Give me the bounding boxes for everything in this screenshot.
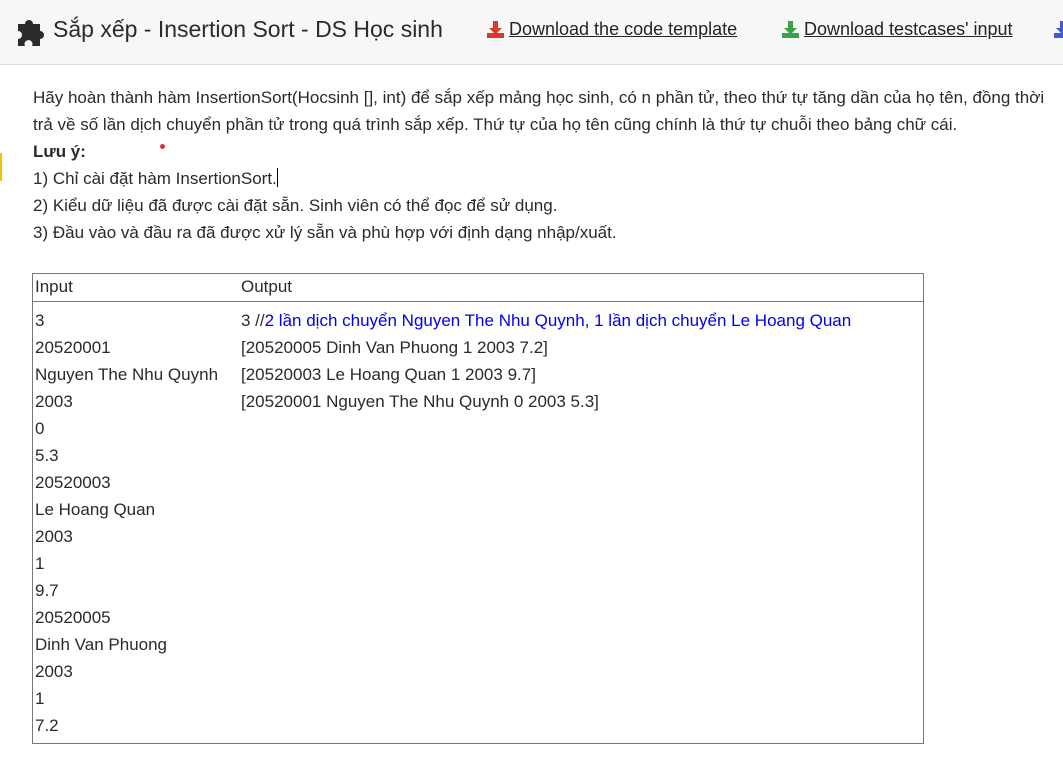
description-paragraph: Hãy hoàn thành hàm InsertionSort(Hocsinh… xyxy=(33,88,1045,134)
input-line: 1 xyxy=(35,689,45,708)
input-line: 2003 xyxy=(35,527,73,546)
input-line: Nguyen The Nhu Quynh xyxy=(35,365,219,384)
input-line: 1 xyxy=(35,554,45,573)
download-testcases-link[interactable]: Download testcases' input xyxy=(781,18,1013,40)
note-item: 2) Kiểu dữ liệu đã được cài đặt sẵn. Sin… xyxy=(33,196,558,215)
header-bar: Sắp xếp - Insertion Sort - DS Học sinh D… xyxy=(0,0,1063,65)
output-comment: 2 lần dịch chuyển Nguyen The Nhu Quynh, … xyxy=(264,311,852,330)
input-line: 9.7 xyxy=(35,581,59,600)
left-edge-marker xyxy=(0,153,2,181)
download-icon xyxy=(782,21,799,38)
io-example-table: Input Output 3 20520001 Nguyen The Nhu Q… xyxy=(32,273,924,744)
output-line: [20520001 Nguyen The Nhu Quynh 0 2003 5.… xyxy=(241,392,599,411)
output-line: [20520005 Dinh Van Phuong 1 2003 7.2] xyxy=(241,338,548,357)
download-icon xyxy=(1054,21,1063,38)
input-line: Dinh Van Phuong xyxy=(35,635,168,654)
input-line: 2003 xyxy=(35,662,73,681)
input-line: 0 xyxy=(35,419,45,438)
download-template-link[interactable]: Download the code template xyxy=(486,18,737,40)
note-label: Lưu ý: xyxy=(33,142,86,161)
download-icon xyxy=(487,21,504,38)
red-dot-marker xyxy=(160,144,165,149)
input-line: 20520003 xyxy=(35,473,111,492)
page-title: Sắp xếp - Insertion Sort - DS Học sinh xyxy=(53,16,443,42)
input-line: 3 xyxy=(35,311,45,330)
output-line: 3 //2 lần dịch chuyển Nguyen The Nhu Quy… xyxy=(241,311,852,330)
puzzle-icon xyxy=(18,20,44,46)
input-line: 20520005 xyxy=(35,608,111,627)
output-cell: 3 //2 lần dịch chuyển Nguyen The Nhu Quy… xyxy=(239,302,924,744)
input-line: Le Hoang Quan xyxy=(35,500,156,519)
note-item: 1) Chỉ cài đặt hàm InsertionSort. xyxy=(33,168,278,188)
input-header: Input xyxy=(32,273,239,302)
problem-description: Hãy hoàn thành hàm InsertionSort(Hocsinh… xyxy=(33,84,1048,246)
input-line: 2003 xyxy=(35,392,73,411)
note-item: 3) Đầu vào và đầu ra đã được xử lý sẵn v… xyxy=(33,223,617,242)
text-cursor xyxy=(276,168,278,187)
input-cell: 3 20520001 Nguyen The Nhu Quynh 2003 0 5… xyxy=(33,302,240,744)
output-line: [20520003 Le Hoang Quan 1 2003 9.7] xyxy=(241,365,536,384)
input-line: 7.2 xyxy=(35,716,59,735)
output-header: Output xyxy=(239,273,924,302)
input-line: 20520001 xyxy=(35,338,111,357)
input-line: 5.3 xyxy=(35,446,59,465)
